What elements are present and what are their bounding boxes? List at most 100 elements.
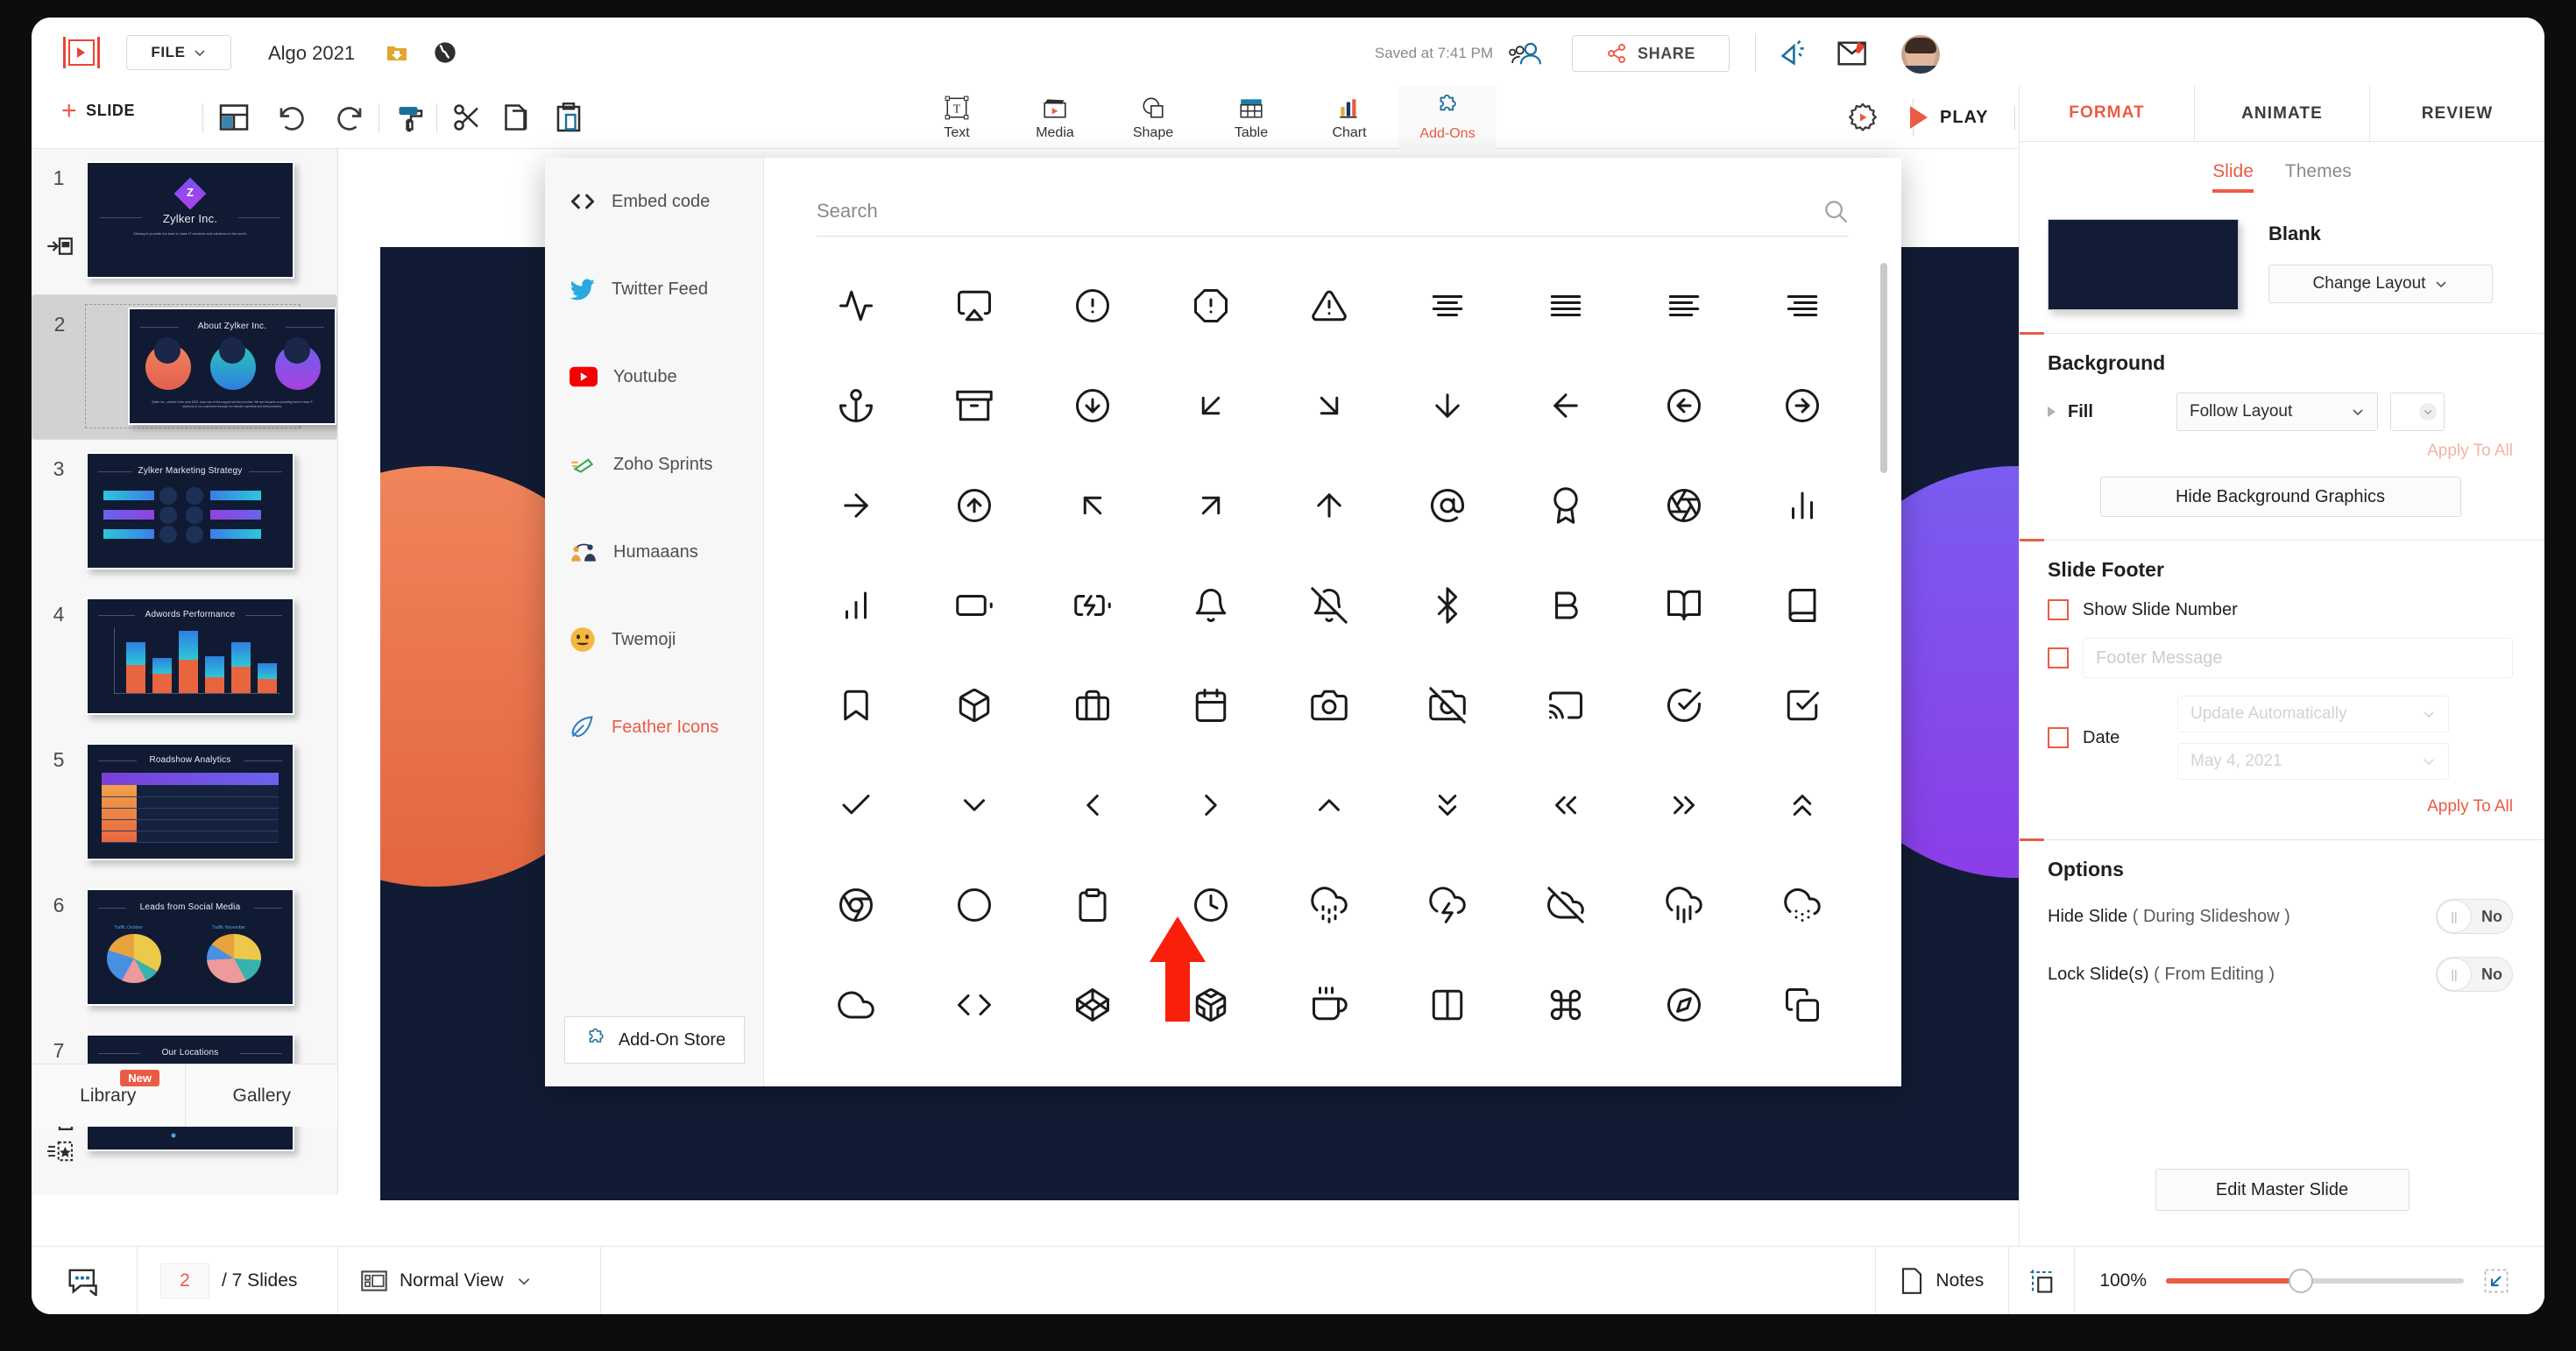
arrow-down-circle-icon[interactable] [1034, 356, 1152, 456]
at-sign-icon[interactable] [1388, 456, 1506, 555]
arrow-right-icon[interactable] [797, 456, 916, 555]
tool-text[interactable]: T Text [908, 86, 1006, 149]
calendar-icon[interactable] [1152, 655, 1270, 755]
align-justify-icon[interactable] [1506, 256, 1624, 356]
anchor-icon[interactable] [797, 356, 916, 456]
arrow-up-icon[interactable] [1270, 456, 1389, 555]
circle-icon[interactable] [916, 855, 1034, 955]
tab-review[interactable]: REVIEW [2369, 86, 2544, 141]
tab-format[interactable]: FORMAT [2020, 86, 2194, 141]
addon-embed-code[interactable]: Embed code [545, 158, 763, 245]
addon-store-button[interactable]: Add-On Store [564, 1016, 745, 1064]
cloud-icon[interactable] [797, 955, 916, 1055]
expand-fill-caret-icon[interactable] [2048, 407, 2056, 417]
redo-icon[interactable] [333, 102, 366, 133]
file-menu-button[interactable]: FILE [126, 35, 231, 70]
clock-icon[interactable] [1152, 855, 1270, 955]
cloud-drizzle-icon[interactable] [1270, 855, 1389, 955]
subtab-slide[interactable]: Slide [2212, 161, 2254, 193]
arrow-down-icon[interactable] [1388, 356, 1506, 456]
paste-icon[interactable] [552, 102, 585, 133]
add-slide-button[interactable]: + SLIDE [61, 97, 135, 124]
tool-media[interactable]: Media [1006, 86, 1104, 149]
chevrons-up-icon[interactable] [1743, 755, 1861, 855]
book-icon[interactable] [1743, 555, 1861, 655]
slide-thumb-row[interactable]: 6 Leads from Social Media Traffic Octobe… [32, 876, 337, 1022]
tool-chart[interactable]: Chart [1300, 86, 1398, 149]
slide-thumbnail[interactable]: Zylker Marketing Strategy [86, 452, 294, 569]
show-slide-number-checkbox[interactable] [2048, 599, 2069, 620]
camera-icon[interactable] [1270, 655, 1389, 755]
arrow-up-right-icon[interactable] [1152, 456, 1270, 555]
chevrons-right-icon[interactable] [1624, 755, 1743, 855]
search-icon[interactable] [1822, 198, 1849, 224]
bar-chart-icon[interactable] [797, 555, 916, 655]
presentation-settings-gear-icon[interactable] [1847, 102, 1879, 133]
arrow-left-circle-icon[interactable] [1624, 356, 1743, 456]
date-mode-select[interactable]: Update Automatically [2177, 696, 2449, 732]
chevrons-down-icon[interactable] [1388, 755, 1506, 855]
arrow-up-left-icon[interactable] [1034, 456, 1152, 555]
globe-icon[interactable] [433, 40, 457, 65]
icon-grid-scrollbar-thumb[interactable] [1880, 263, 1887, 473]
alert-triangle-icon[interactable] [1270, 256, 1389, 356]
arrow-right-circle-icon[interactable] [1743, 356, 1861, 456]
slide-thumb-row[interactable]: 4 Adwords Performance [32, 585, 337, 731]
zoom-slider-handle[interactable] [2289, 1268, 2313, 1293]
bold-icon[interactable] [1506, 555, 1624, 655]
archive-icon[interactable] [916, 356, 1034, 456]
arrow-up-circle-icon[interactable] [916, 456, 1034, 555]
tool-addons[interactable]: Add-Ons [1398, 86, 1497, 149]
slide-thumbnail[interactable]: Z Zylker Inc. Striving to provide the be… [86, 161, 294, 279]
zoom-slider[interactable] [2166, 1268, 2464, 1293]
view-mode-selector[interactable]: Normal View [338, 1246, 601, 1314]
addon-zoho-sprints[interactable]: Zoho Sprints [545, 421, 763, 508]
hide-slide-toggle[interactable]: || No [2436, 899, 2513, 934]
insert-slide-before-icon[interactable] [46, 233, 74, 259]
copy-icon[interactable] [501, 102, 534, 133]
chevrons-left-icon[interactable] [1506, 755, 1624, 855]
current-slide-input[interactable]: 2 [160, 1263, 209, 1298]
slide-thumbnail[interactable]: Leads from Social Media Traffic October … [86, 888, 294, 1006]
feather-icon-grid[interactable] [797, 256, 1861, 1060]
cast-icon[interactable] [1506, 655, 1624, 755]
command-icon[interactable] [1506, 955, 1624, 1055]
chevron-up-icon[interactable] [1270, 755, 1389, 855]
arrow-left-icon[interactable] [1506, 356, 1624, 456]
bookmark-icon[interactable] [797, 655, 916, 755]
cut-icon[interactable] [450, 102, 484, 133]
chevron-down-icon[interactable] [916, 755, 1034, 855]
battery-icon[interactable] [916, 555, 1034, 655]
chevron-left-icon[interactable] [1034, 755, 1152, 855]
footer-message-input[interactable]: Footer Message [2083, 638, 2513, 678]
fullscreen-icon[interactable] [2483, 1268, 2509, 1294]
slide-thumb-row[interactable]: 2 About Zylker Inc. Zylker Inc., started… [32, 294, 337, 440]
folder-download-icon[interactable] [386, 42, 408, 63]
date-value-select[interactable]: May 4, 2021 [2177, 743, 2449, 780]
airplay-icon[interactable] [916, 256, 1034, 356]
cloud-off-icon[interactable] [1506, 855, 1624, 955]
fill-select[interactable]: Follow Layout [2176, 393, 2378, 431]
collaborators-icon[interactable] [1507, 40, 1546, 67]
addon-feather-icons[interactable]: Feather Icons [545, 683, 763, 771]
camera-off-icon[interactable] [1388, 655, 1506, 755]
tab-animate[interactable]: ANIMATE [2194, 86, 2369, 141]
cloud-lightning-icon[interactable] [1388, 855, 1506, 955]
align-center-icon[interactable] [1388, 256, 1506, 356]
footer-message-checkbox[interactable] [2048, 647, 2069, 668]
code-icon[interactable] [916, 955, 1034, 1055]
codepen-icon[interactable] [1034, 955, 1152, 1055]
slide-thumbnail[interactable]: Adwords Performance [86, 598, 294, 715]
notes-button[interactable]: Notes [1875, 1246, 2008, 1314]
award-icon[interactable] [1506, 456, 1624, 555]
book-open-icon[interactable] [1624, 555, 1743, 655]
fit-slide-button[interactable] [2008, 1246, 2074, 1314]
date-checkbox[interactable] [2048, 727, 2069, 748]
bluetooth-icon[interactable] [1388, 555, 1506, 655]
chrome-icon[interactable] [797, 855, 916, 955]
addon-youtube[interactable]: Youtube [545, 333, 763, 421]
tab-gallery[interactable]: Gallery [184, 1065, 338, 1127]
tool-shape[interactable]: Shape [1104, 86, 1202, 149]
edit-master-slide-button[interactable]: Edit Master Slide [2155, 1169, 2410, 1211]
layout-icon[interactable] [217, 102, 251, 133]
